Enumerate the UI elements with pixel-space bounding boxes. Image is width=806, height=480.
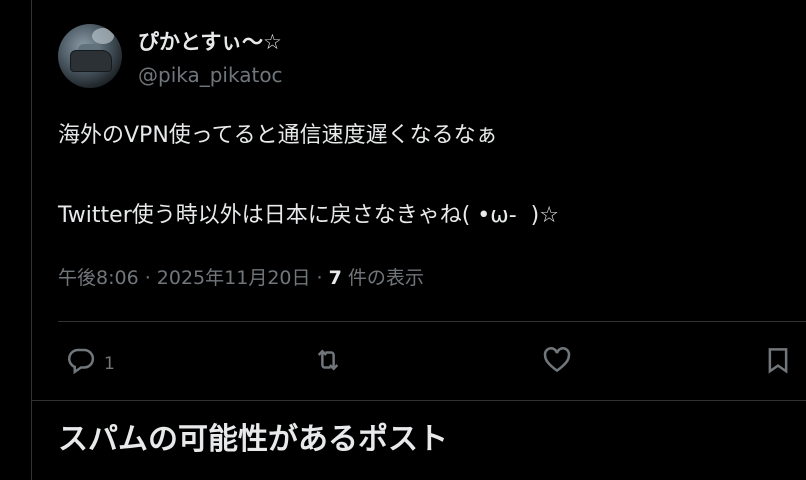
tweet-meta: 午後8:06 · 2025年11月20日 · 7 件の表示 [58,264,424,292]
retweet-icon [317,349,339,371]
reply-count: 1 [104,354,115,374]
tweet: ぴかとすぃ〜☆ @pika_pikatoc 海外のVPN使ってると通信速度遅くな… [32,0,806,400]
tweet-text: 海外のVPN使ってると通信速度遅くなるなぁ Twitter使う時以外は日本に戻さ… [58,116,788,236]
tweet-text-line: 海外のVPN使ってると通信速度遅くなるなぁ [58,123,498,148]
tweet-actions: 1 [58,338,806,382]
tweet-text-line [58,156,788,196]
bookmark-button[interactable] [763,338,793,382]
reply-button[interactable]: 1 [66,338,115,382]
user-handle[interactable]: @pika_pikatoc [138,62,283,88]
meta-separator: · [310,267,329,289]
tweet-time[interactable]: 午後8:06 [58,267,139,289]
meta-separator: · [138,267,157,289]
tweet-date[interactable]: 2025年11月20日 [157,267,311,289]
heart-icon [543,347,571,373]
avatar[interactable] [58,24,122,88]
display-name[interactable]: ぴかとすぃ〜☆ [138,28,282,56]
divider [58,321,806,322]
views-label[interactable]: 件の表示 [342,267,424,289]
avatar-car [70,50,112,72]
retweet-button[interactable] [313,338,343,382]
tweet-text-line: Twitter使う時以外は日本に戻さなきゃね( •ω- )☆ [58,203,559,228]
bookmark-icon [768,348,788,374]
views-count[interactable]: 7 [329,267,342,289]
section-title: スパムの可能性があるポスト [58,422,448,457]
section-divider [32,400,806,401]
reply-icon [68,348,95,375]
like-button[interactable] [542,338,572,382]
avatar-sky [92,28,114,44]
